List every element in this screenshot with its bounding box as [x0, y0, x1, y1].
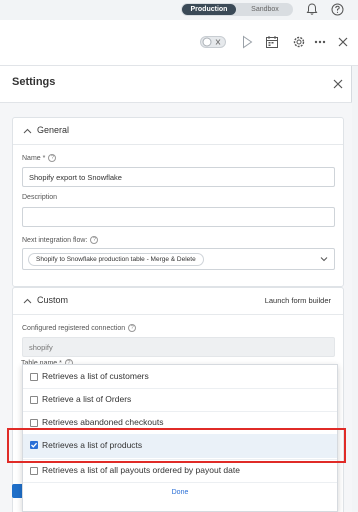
play-icon[interactable]	[242, 35, 253, 49]
connection-field: shopify	[22, 337, 335, 357]
flow-toolbar	[0, 20, 358, 66]
divider	[23, 482, 337, 483]
name-field[interactable]: Shopify export to Snowflake	[22, 167, 335, 187]
top-bar: Production Sandbox	[0, 0, 358, 20]
chevron-up-icon	[23, 128, 32, 134]
panel-title: Settings	[12, 76, 56, 88]
help-icon[interactable]: ?	[128, 324, 137, 332]
general-section: General Name *? Shopify export to Snowfl…	[12, 117, 344, 287]
checkbox[interactable]	[30, 373, 38, 381]
dropdown-option[interactable]: Retrieves a list of all payouts ordered …	[23, 460, 337, 482]
environment-toggle[interactable]: Production Sandbox	[181, 3, 293, 16]
chevron-up-icon	[23, 298, 32, 304]
highlight-box	[7, 428, 346, 463]
save-button[interactable]	[12, 484, 22, 498]
more-icon[interactable]	[314, 35, 326, 49]
help-icon[interactable]: ?	[48, 154, 57, 162]
gear-icon[interactable]	[292, 35, 306, 49]
done-button[interactable]: Done	[23, 489, 337, 496]
name-label: Name *?	[22, 154, 57, 162]
description-label: Description	[22, 194, 58, 201]
next-flow-label: Next integration flow:?	[22, 236, 99, 244]
checkbox[interactable]	[30, 419, 38, 427]
env-sandbox-option[interactable]: Sandbox	[239, 4, 291, 15]
next-flow-chip[interactable]: Shopify to Snowflake production table - …	[28, 253, 204, 266]
connection-label: Configured registered connection?	[22, 324, 137, 332]
env-production-option[interactable]: Production	[182, 4, 236, 15]
section-title: Custom	[37, 295, 69, 305]
help-icon[interactable]	[331, 3, 344, 16]
next-flow-select[interactable]: Shopify to Snowflake production table - …	[22, 248, 335, 270]
launch-form-builder-link[interactable]: Launch form builder	[265, 296, 331, 305]
dropdown-option[interactable]: Retrieve a list of Orders	[23, 389, 337, 411]
bell-icon[interactable]	[306, 3, 318, 16]
dropdown-option[interactable]: Retrieves a list of customers	[23, 366, 337, 388]
checkbox[interactable]	[30, 467, 38, 475]
section-title: General	[37, 125, 70, 135]
help-icon[interactable]: ?	[90, 236, 99, 244]
calendar-icon[interactable]	[266, 35, 278, 49]
close-icon[interactable]	[338, 35, 348, 49]
flow-enable-toggle[interactable]	[200, 35, 226, 49]
general-section-header[interactable]: General	[13, 118, 343, 145]
custom-section-header[interactable]: Custom Launch form builder	[13, 288, 343, 315]
description-field[interactable]	[22, 207, 335, 227]
chevron-down-icon	[320, 257, 328, 262]
close-icon[interactable]	[333, 79, 343, 89]
checkbox[interactable]	[30, 396, 38, 404]
